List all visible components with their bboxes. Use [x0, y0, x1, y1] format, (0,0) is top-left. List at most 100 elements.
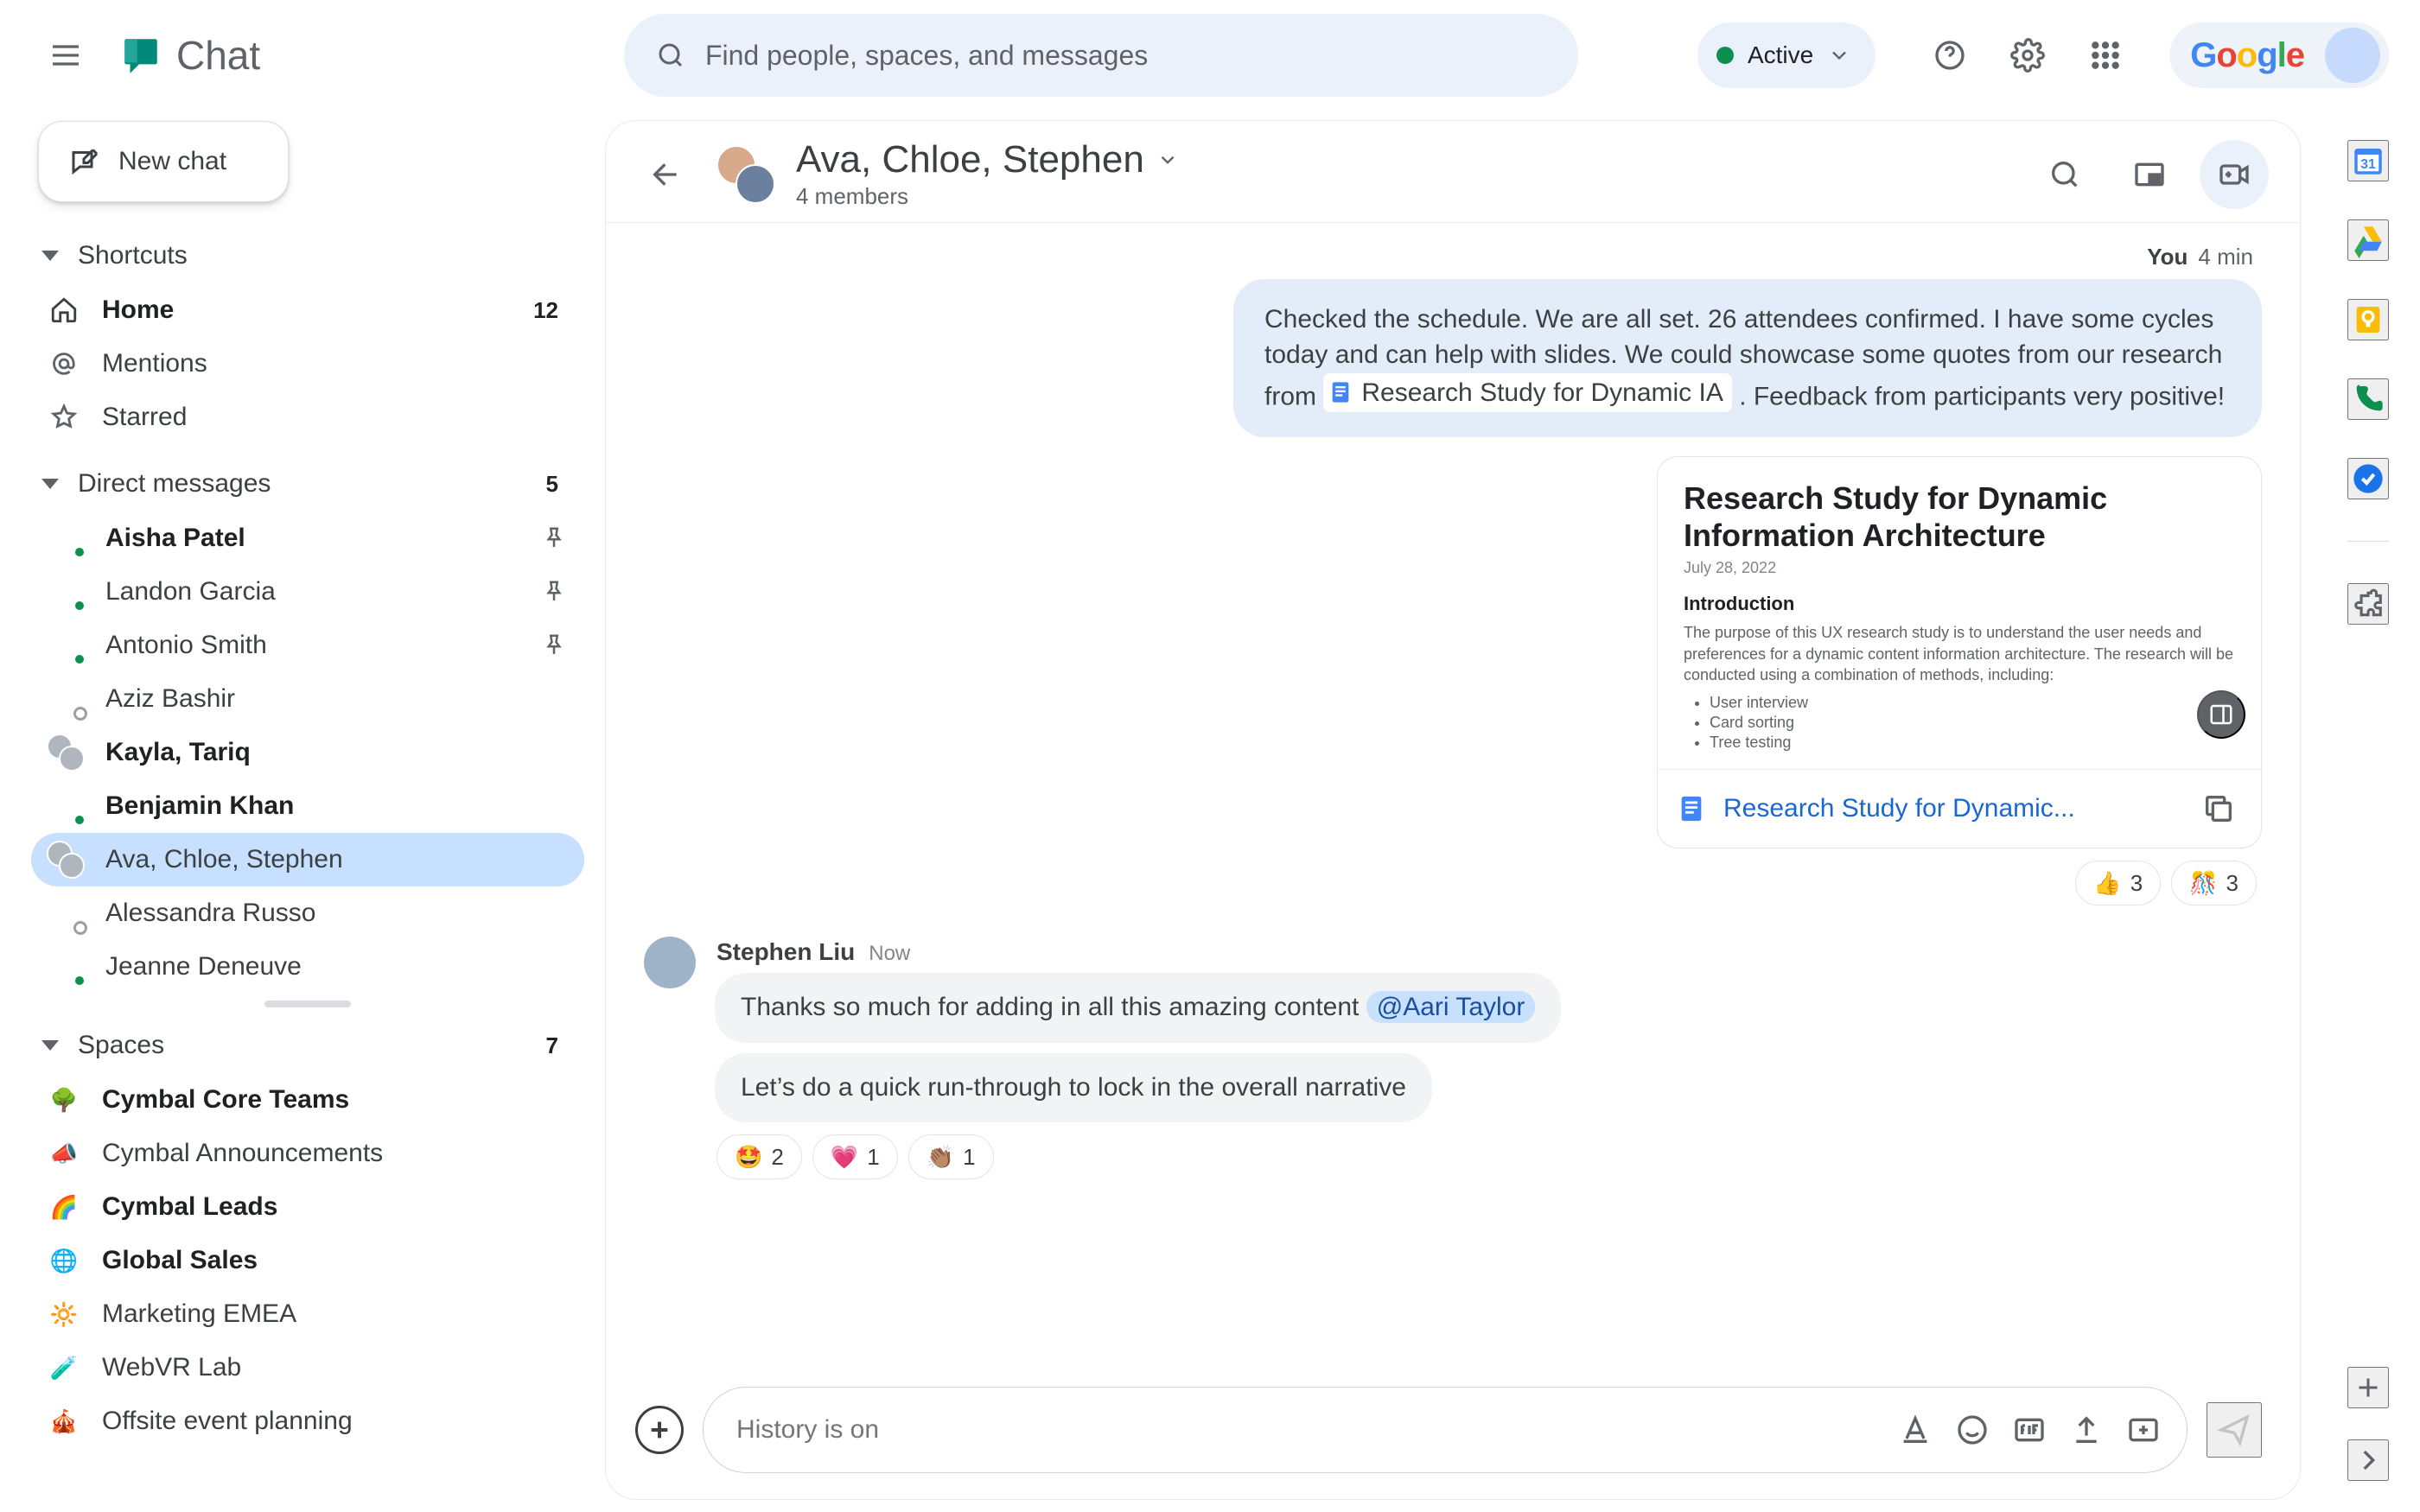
- add-app-button[interactable]: [2347, 1367, 2389, 1408]
- keep-icon: [2351, 302, 2385, 337]
- reaction-emoji: 👍: [2093, 870, 2121, 897]
- dm-item[interactable]: Antonio Smith: [31, 619, 584, 672]
- chat-search-button[interactable]: [2030, 140, 2099, 209]
- reaction-chip[interactable]: 🎊3: [2171, 861, 2257, 905]
- new-chat-button[interactable]: New chat: [38, 121, 289, 202]
- space-item[interactable]: 🎪Offsite event planning: [31, 1394, 584, 1448]
- send-button[interactable]: [2207, 1402, 2262, 1458]
- chevron-right-icon: [2353, 1445, 2383, 1475]
- home-icon: [47, 293, 81, 327]
- outgoing-meta: You4 min: [644, 244, 2253, 270]
- drive-app[interactable]: [2347, 219, 2389, 261]
- pair-avatar-icon: [47, 841, 85, 879]
- nav-home[interactable]: Home 12: [31, 283, 584, 337]
- chat-logo-icon: [119, 34, 162, 77]
- collapse-panel-button[interactable]: [2347, 1439, 2389, 1481]
- search-input[interactable]: [704, 39, 1547, 73]
- space-item[interactable]: 🌈Cymbal Leads: [31, 1180, 584, 1234]
- gif-button[interactable]: [2003, 1404, 2055, 1456]
- author-avatar[interactable]: [644, 937, 696, 988]
- copy-button[interactable]: [2195, 785, 2242, 832]
- top-bar: Chat Active: [0, 0, 2420, 111]
- pip-button[interactable]: [2115, 140, 2184, 209]
- status-dot-icon: [1716, 47, 1734, 64]
- caret-down-icon: [40, 245, 60, 266]
- reaction-chip[interactable]: 🤩2: [716, 1134, 802, 1179]
- doc-icon: [1677, 794, 1706, 823]
- reaction-chip[interactable]: 👏🏽1: [908, 1134, 994, 1179]
- dm-item[interactable]: Aziz Bashir: [31, 672, 584, 726]
- format-button[interactable]: [1889, 1404, 1941, 1456]
- space-label: WebVR Lab: [102, 1353, 567, 1382]
- new-chat-icon: [68, 146, 99, 177]
- calendar-app[interactable]: 31: [2347, 140, 2389, 181]
- dm-item[interactable]: Alessandra Russo: [31, 886, 584, 940]
- emoji-button[interactable]: [1946, 1404, 1998, 1456]
- mention-chip[interactable]: @Aari Taylor: [1366, 991, 1536, 1023]
- dm-item[interactable]: Landon Garcia: [31, 565, 584, 619]
- section-dms[interactable]: Direct messages 5: [31, 456, 584, 511]
- nav-mentions[interactable]: Mentions: [31, 337, 584, 391]
- compose-input[interactable]: [735, 1414, 1882, 1445]
- video-call-button[interactable]: [2200, 140, 2269, 209]
- back-button[interactable]: [632, 140, 701, 209]
- settings-button[interactable]: [1993, 21, 2062, 90]
- user-avatar[interactable]: [2325, 28, 2380, 83]
- pin-icon: [541, 525, 567, 551]
- apps-button[interactable]: [2071, 21, 2140, 90]
- dm-item[interactable]: Jeanne Deneuve: [31, 940, 584, 994]
- space-emoji-icon: 🌳: [47, 1083, 81, 1117]
- dm-item[interactable]: Kayla, Tariq: [31, 726, 584, 779]
- status-label: Active: [1748, 41, 1813, 69]
- card-link[interactable]: Research Study for Dynamic...: [1723, 794, 2178, 823]
- keep-app[interactable]: [2347, 299, 2389, 340]
- space-item[interactable]: 🔆Marketing EMEA: [31, 1287, 584, 1341]
- search-icon: [655, 40, 686, 71]
- doc-chip[interactable]: Research Study for Dynamic IA: [1323, 373, 1732, 412]
- arrow-left-icon: [649, 157, 684, 192]
- star-icon: [47, 400, 81, 435]
- space-item[interactable]: 📣Cymbal Announcements: [31, 1127, 584, 1180]
- apps-grid-icon: [2088, 38, 2123, 73]
- open-side-button[interactable]: [2197, 690, 2245, 739]
- add-button[interactable]: [635, 1406, 684, 1454]
- compose-box[interactable]: [703, 1387, 2188, 1473]
- incoming-meta: Stephen Liu Now: [716, 938, 2262, 966]
- addons-button[interactable]: [2347, 583, 2389, 625]
- svg-text:31: 31: [2360, 157, 2376, 172]
- space-emoji-icon: 🌐: [47, 1243, 81, 1278]
- space-emoji-icon: 🔆: [47, 1297, 81, 1331]
- space-item[interactable]: 🧪WebVR Lab: [31, 1341, 584, 1394]
- app-title: Chat: [176, 32, 260, 79]
- reaction-chip[interactable]: 👍3: [2075, 861, 2161, 905]
- section-shortcuts[interactable]: Shortcuts: [31, 228, 584, 283]
- space-item[interactable]: 🌐Global Sales: [31, 1234, 584, 1287]
- conversation-title[interactable]: Ava, Chloe, Stephen: [796, 138, 1179, 181]
- search-bar[interactable]: [624, 14, 1578, 97]
- reaction-emoji: 🎊: [2189, 870, 2217, 897]
- main-menu-button[interactable]: [31, 21, 100, 90]
- dm-item[interactable]: Ava, Chloe, Stephen: [31, 833, 584, 886]
- status-chip[interactable]: Active: [1697, 22, 1876, 88]
- send-icon: [2217, 1413, 2251, 1447]
- account-chip[interactable]: Google: [2169, 22, 2389, 88]
- section-spaces[interactable]: Spaces 7: [31, 1018, 584, 1073]
- dm-item[interactable]: Benjamin Khan: [31, 779, 584, 833]
- nav-starred[interactable]: Starred: [31, 391, 584, 444]
- presence-avatar-icon: [47, 680, 85, 718]
- doc-preview-card[interactable]: Research Study for Dynamic Information A…: [1657, 456, 2262, 848]
- tasks-app[interactable]: [2347, 458, 2389, 499]
- gear-icon: [2010, 38, 2045, 73]
- reaction-chip[interactable]: 💗1: [812, 1134, 898, 1179]
- message-scroll[interactable]: You4 min Checked the schedule. We are al…: [606, 223, 2300, 1380]
- help-button[interactable]: [1915, 21, 1984, 90]
- space-item[interactable]: 🌳Cymbal Core Teams: [31, 1073, 584, 1127]
- upload-button[interactable]: [2060, 1404, 2112, 1456]
- voice-app[interactable]: [2347, 378, 2389, 420]
- drag-handle[interactable]: [31, 1001, 584, 1009]
- space-emoji-icon: 📣: [47, 1136, 81, 1171]
- video-upload-button[interactable]: [2118, 1404, 2169, 1456]
- dm-label: Aisha Patel: [105, 524, 520, 553]
- video-plus-icon: [2217, 157, 2251, 192]
- dm-item[interactable]: Aisha Patel: [31, 511, 584, 565]
